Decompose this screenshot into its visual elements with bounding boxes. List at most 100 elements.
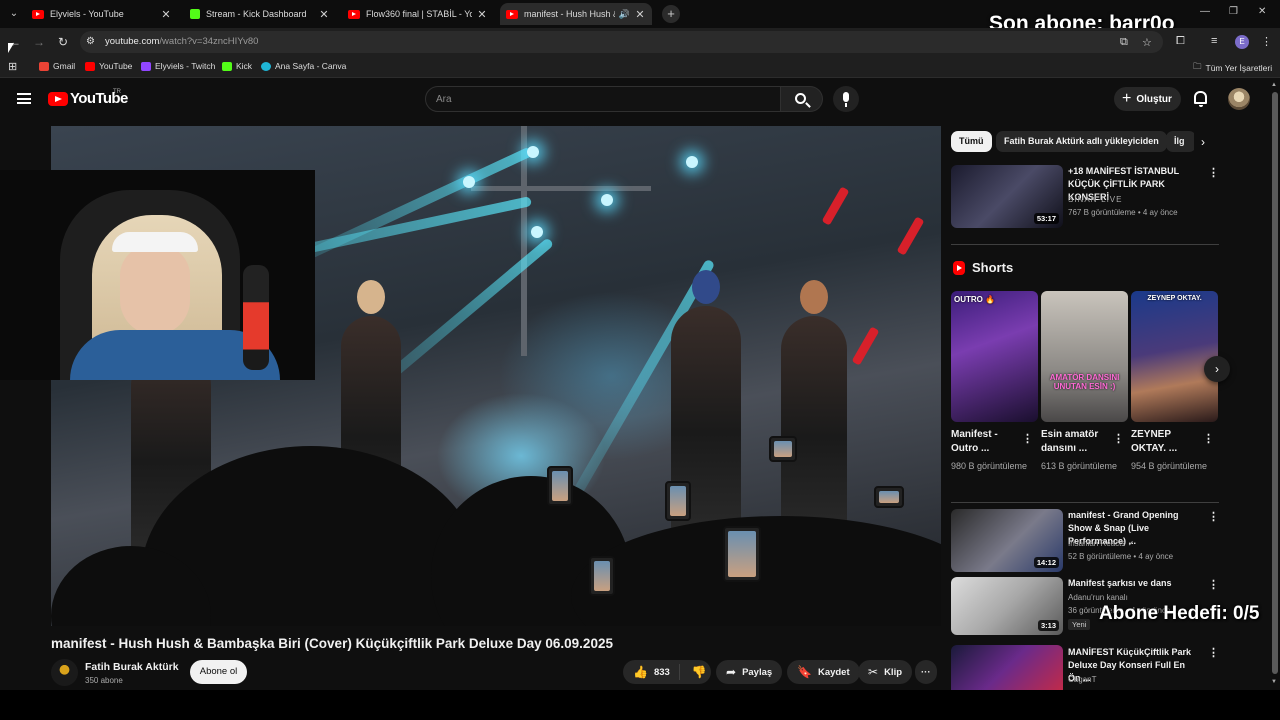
scissors-icon: ✂ (868, 665, 879, 679)
bookmark-label: Tüm Yer İşaretleri (1205, 63, 1273, 73)
install-app-icon[interactable]: ⧉ (1120, 36, 1128, 49)
short-thumbnail[interactable]: OUTRO 🔥 (951, 291, 1038, 422)
scrollbar-thumb[interactable] (1272, 92, 1278, 674)
recommended-channel[interactable]: Adanu'run kanalı (1068, 593, 1128, 602)
close-tab-icon[interactable]: ✕ (318, 8, 330, 21)
webcam-overlay (0, 170, 315, 380)
bookmark-star-icon[interactable]: ☆ (1142, 36, 1152, 49)
canva-icon (261, 61, 271, 71)
voice-search-button[interactable] (833, 86, 859, 112)
browser-tab[interactable]: Stream - Kick Dashboard ✕ (184, 3, 336, 25)
stage-light (531, 226, 543, 238)
browser-tab[interactable]: Flow360 final | STABİL - YouTube ✕ (342, 3, 494, 25)
short-thumbnail[interactable]: ZEYNEP OKTAY. (1131, 291, 1218, 422)
apps-grid-icon[interactable]: ⊞ (8, 60, 17, 73)
bookmark-twitch[interactable]: Elyviels - Twitch (141, 61, 215, 71)
short-thumbnail[interactable]: AMATÖR DANSINI UNUTAN ESİN :) (1041, 291, 1128, 422)
recommended-channel[interactable]: CaganT (1068, 675, 1096, 684)
notifications-bell-icon[interactable] (1194, 91, 1207, 107)
share-button[interactable]: ➦ Paylaş (716, 660, 783, 684)
user-avatar[interactable] (1228, 88, 1250, 110)
chevron-right-icon[interactable]: › (1194, 133, 1212, 151)
twitch-icon (141, 61, 151, 71)
video-thumbnail[interactable]: 53:17 (951, 165, 1063, 228)
close-tab-icon[interactable]: ✕ (634, 8, 646, 21)
bookmark-label: Elyviels - Twitch (155, 61, 216, 71)
browser-toolbar: ← → ↻ ⚙ youtube.com/watch?v=34zncHIYv80 … (0, 28, 1280, 56)
extensions-icon[interactable]: ⧠ (1176, 35, 1185, 48)
bookmark-label: Kick (236, 61, 253, 71)
video-thumbnail[interactable] (951, 645, 1063, 690)
more-options-icon[interactable]: ⋮ (1113, 432, 1124, 445)
forward-arrow-icon[interactable]: → (31, 34, 47, 50)
subscribe-button[interactable]: Abone ol (190, 660, 247, 684)
more-options-icon[interactable]: ⋮ (1022, 432, 1033, 445)
subscriber-count: 350 abone (85, 676, 123, 685)
streaming-microphone (243, 265, 269, 370)
address-bar[interactable]: ⚙ youtube.com/watch?v=34zncHIYv80 ⧉ ☆ (80, 31, 1163, 53)
tab-title: Elyviels - YouTube (50, 9, 124, 19)
more-options-icon[interactable]: ⋮ (1208, 166, 1219, 179)
channel-avatar[interactable] (51, 659, 78, 686)
youtube-logo-icon[interactable] (48, 92, 68, 106)
minimize-icon[interactable]: — (1200, 6, 1210, 17)
bookmark-youtube[interactable]: YouTube (85, 61, 132, 71)
media-controls-icon[interactable]: ≡ (1211, 35, 1217, 47)
save-button[interactable]: 🔖 Kaydet (787, 660, 860, 684)
kick-icon (222, 61, 232, 71)
close-tab-icon[interactable]: ✕ (476, 8, 488, 21)
like-count[interactable]: 833 (654, 667, 670, 678)
search-icon (795, 93, 806, 104)
clip-button[interactable]: ✂ Klip (858, 660, 913, 684)
browser-tab-active[interactable]: manifest - Hush Hush & Bambaşka 🔊 ✕ (500, 3, 652, 25)
scroll-up-arrow-icon[interactable]: ▲ (1271, 82, 1277, 88)
bookmark-canva[interactable]: Ana Sayfa - Canva (261, 61, 346, 71)
profile-avatar[interactable]: E (1235, 35, 1249, 49)
close-window-icon[interactable]: ✕ (1258, 6, 1266, 17)
chip-from-uploader[interactable]: Fatih Burak Aktürk adlı yükleyiciden (996, 131, 1167, 152)
hamburger-menu-icon[interactable] (17, 93, 31, 104)
close-tab-icon[interactable]: ✕ (160, 8, 172, 21)
phone-in-crowd (723, 526, 761, 582)
more-options-icon[interactable]: ⋮ (1203, 432, 1214, 445)
search-input[interactable]: Ara (425, 86, 781, 112)
new-tab-button[interactable]: + (662, 5, 680, 23)
short-title[interactable]: ZEYNEP OKTAY. ... (1131, 428, 1203, 456)
share-label: Paylaş (742, 666, 773, 678)
recommended-title[interactable]: Manifest şarkısı ve dans (1068, 577, 1198, 590)
reload-icon[interactable]: ↻ (55, 34, 71, 50)
url-text[interactable]: youtube.com/watch?v=34zncHIYv80 (105, 36, 258, 47)
thumbs-down-icon[interactable]: 👎 (692, 665, 707, 679)
scroll-down-arrow-icon[interactable]: ▼ (1271, 679, 1277, 685)
video-thumbnail[interactable]: 14:12 (951, 509, 1063, 572)
recommended-meta: 52 B görüntüleme • 4 ay önce (1068, 552, 1174, 561)
more-actions-button[interactable]: ··· (915, 660, 937, 684)
more-options-icon[interactable]: ⋮ (1208, 578, 1219, 591)
browser-menu-icon[interactable]: ⋮ (1261, 35, 1272, 48)
speaker-icon[interactable]: 🔊 (619, 9, 630, 20)
bookmark-gmail[interactable]: Gmail (39, 61, 75, 71)
browser-tab[interactable]: Elyviels - YouTube ✕ (26, 3, 178, 25)
channel-name[interactable]: Fatih Burak Aktürk (85, 661, 179, 673)
more-options-icon[interactable]: ⋮ (1208, 510, 1219, 523)
shorts-next-arrow-icon[interactable]: › (1204, 356, 1230, 382)
maximize-icon[interactable]: ❐ (1229, 6, 1238, 17)
bookmark-kick[interactable]: Kick (222, 61, 252, 71)
tab-search-chevron-icon[interactable]: ⌄ (6, 6, 22, 22)
all-bookmarks[interactable]: 🗀 Tüm Yer İşaretleri (1193, 61, 1272, 75)
chip-related[interactable]: İlg (1166, 131, 1196, 152)
kick-icon (190, 9, 200, 19)
short-title[interactable]: Esin amatör dansını ... (1041, 428, 1113, 456)
recommended-channel[interactable]: SINAN·LIVE (1068, 195, 1122, 204)
create-button[interactable]: + Oluştur (1114, 87, 1181, 111)
video-duration: 14:12 (1033, 557, 1059, 568)
thumbs-up-icon[interactable]: 👍 (633, 665, 648, 679)
recommended-channel[interactable]: Insanian Reacts ✓ (1068, 539, 1134, 548)
chip-all[interactable]: Tümü (951, 131, 992, 152)
more-options-icon[interactable]: ⋮ (1208, 646, 1219, 659)
search-button[interactable] (781, 86, 823, 112)
site-settings-icon[interactable]: ⚙ (86, 36, 95, 47)
short-title[interactable]: Manifest - Outro ... (951, 428, 1023, 456)
short-caption: AMATÖR DANSINI UNUTAN ESİN :) (1049, 373, 1120, 391)
video-thumbnail[interactable]: 3:13 (951, 577, 1063, 635)
